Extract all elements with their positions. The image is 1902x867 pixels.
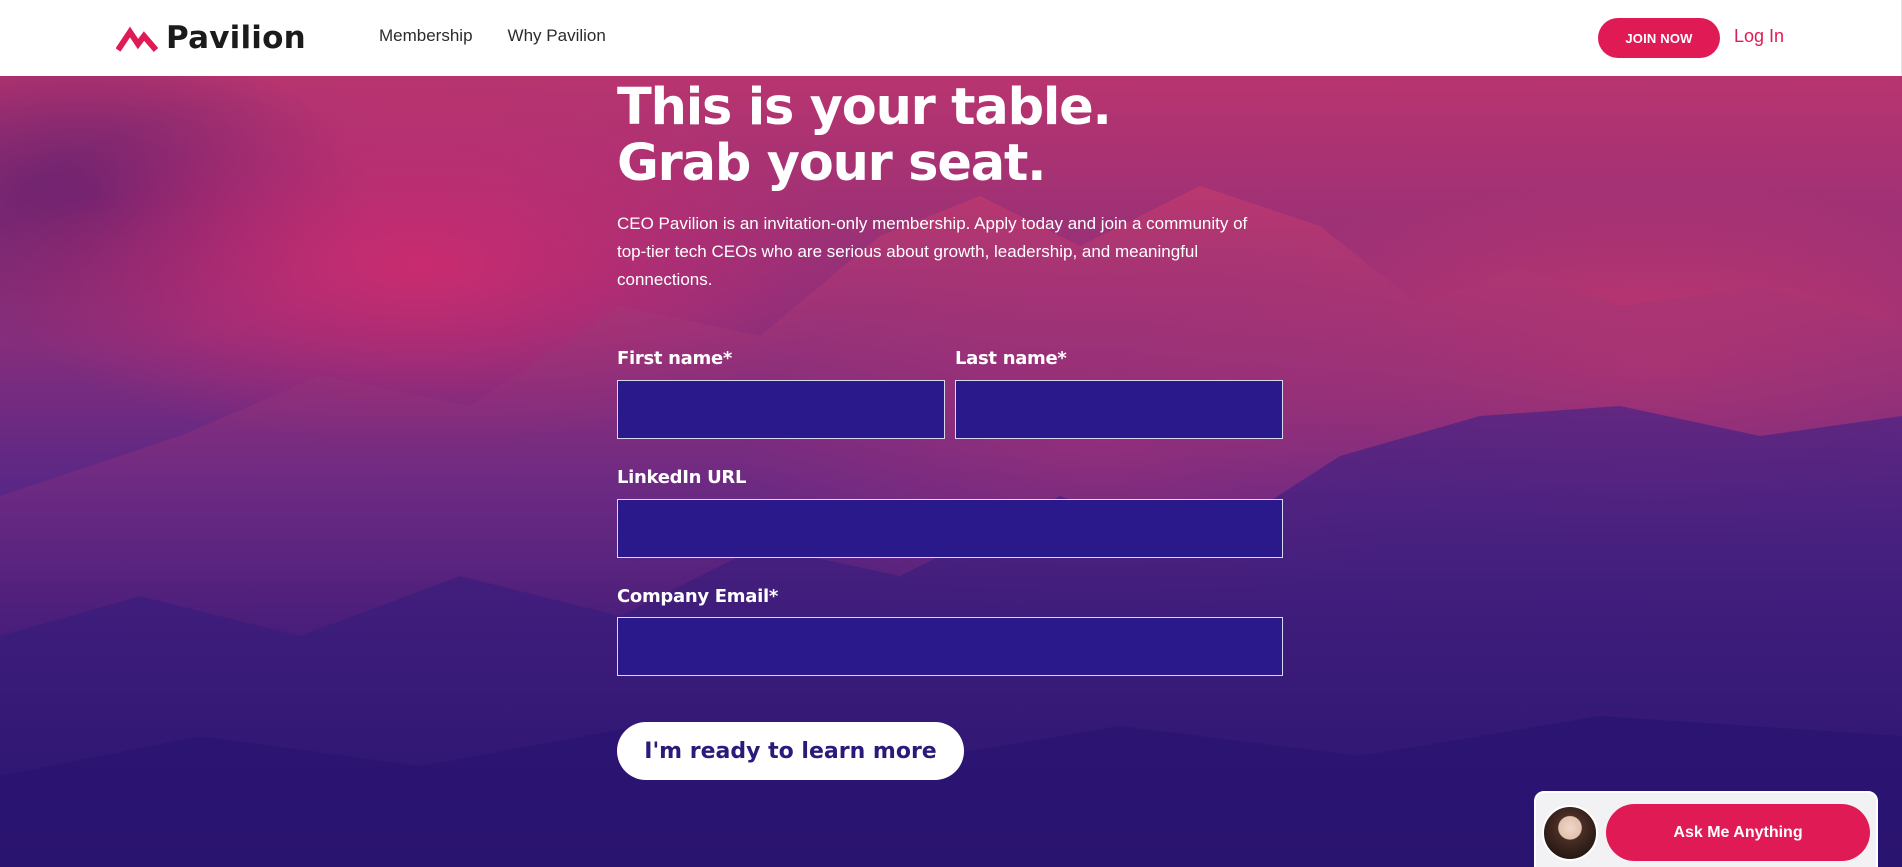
brand-name: Pavilion bbox=[166, 20, 306, 56]
hero-description: CEO Pavilion is an invitation-only membe… bbox=[617, 214, 1248, 289]
first-name-input[interactable] bbox=[617, 380, 945, 439]
linkedin-label: LinkedIn URL bbox=[617, 467, 747, 488]
company-email-label: Company Email* bbox=[617, 586, 778, 607]
linkedin-wrapper bbox=[617, 499, 1283, 558]
last-name-label: Last name* bbox=[955, 348, 1067, 369]
main-nav: Membership Why Pavilion bbox=[379, 26, 606, 46]
chat-widget: Ask Me Anything bbox=[1534, 791, 1878, 867]
site-header: Pavilion Membership Why Pavilion JOIN NO… bbox=[0, 0, 1902, 76]
login-link[interactable]: Log In bbox=[1734, 26, 1784, 47]
last-name-input[interactable] bbox=[955, 380, 1283, 439]
first-name-wrapper bbox=[617, 380, 945, 439]
page-title: This is your table. Grab your seat. bbox=[617, 78, 1112, 193]
nav-why-pavilion[interactable]: Why Pavilion bbox=[508, 26, 606, 46]
nav-membership[interactable]: Membership bbox=[379, 26, 473, 46]
pavilion-logo[interactable]: Pavilion bbox=[116, 17, 306, 59]
linkedin-url-input[interactable] bbox=[617, 499, 1283, 558]
hero-content: This is your table. Grab your seat. CEO … bbox=[617, 80, 1287, 294]
join-now-button[interactable]: JOIN NOW bbox=[1598, 18, 1720, 58]
company-email-wrapper bbox=[617, 617, 1283, 676]
pavilion-logo-icon bbox=[116, 26, 158, 52]
submit-button[interactable]: I'm ready to learn more bbox=[617, 722, 964, 780]
ask-me-anything-button[interactable]: Ask Me Anything bbox=[1606, 804, 1870, 861]
last-name-wrapper bbox=[955, 380, 1283, 439]
first-name-label: First name* bbox=[617, 348, 732, 369]
assistant-avatar[interactable] bbox=[1542, 805, 1598, 861]
company-email-input[interactable] bbox=[617, 617, 1283, 676]
